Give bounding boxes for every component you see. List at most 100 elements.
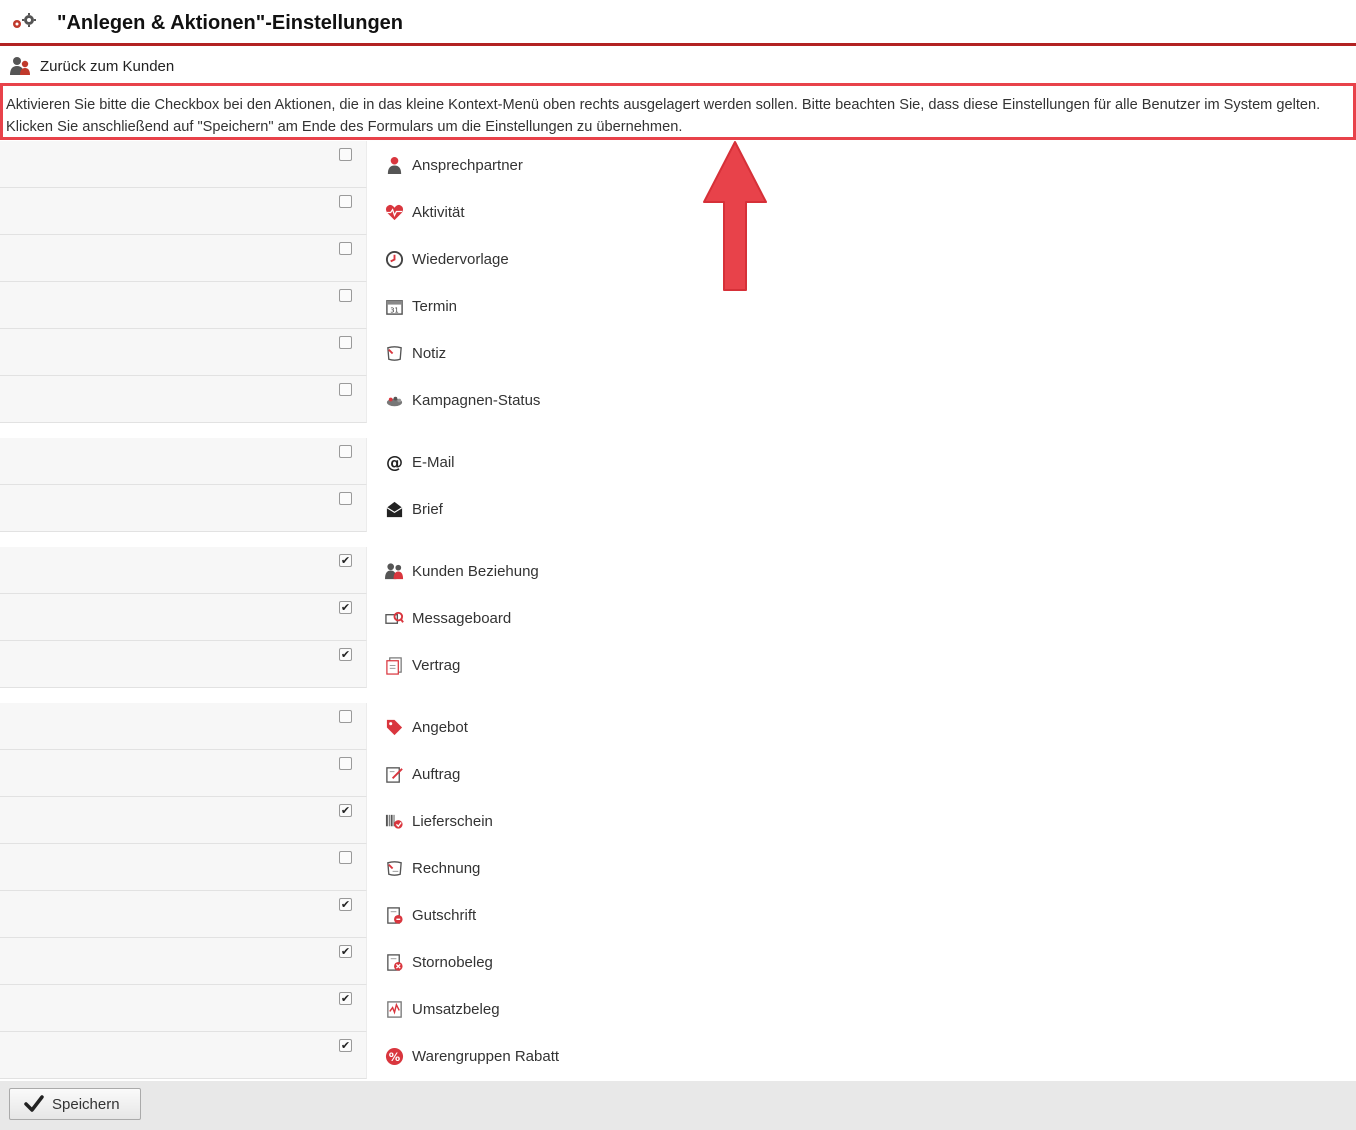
- page-title: "Anlegen & Aktionen"-Einstellungen: [57, 12, 404, 34]
- checkbox-cell: [0, 750, 367, 797]
- action-label: Termin: [412, 297, 458, 315]
- checkbox-auftrag[interactable]: [339, 757, 352, 770]
- users-icon: [385, 562, 404, 579]
- checkbox-cell: [0, 282, 367, 329]
- svg-text:@: @: [386, 453, 403, 472]
- form-footer: Speichern: [0, 1081, 1356, 1130]
- checkbox-cell: [0, 376, 367, 423]
- checkbox-umsatzbeleg[interactable]: [339, 992, 352, 1005]
- checkbox-cell: [0, 938, 367, 985]
- person-icon: [387, 156, 402, 174]
- action-row-aktivität: Aktivität: [0, 188, 1356, 235]
- action-row-gutschrift: Gutschrift: [0, 891, 1356, 938]
- action-row-lieferschein: Lieferschein: [0, 797, 1356, 844]
- checkbox-aktivität[interactable]: [339, 195, 352, 208]
- checkbox-termin[interactable]: [339, 289, 352, 302]
- barcode-icon: [385, 814, 403, 829]
- action-row-kunden-beziehung: Kunden Beziehung: [0, 547, 1356, 594]
- action-label: Notiz: [412, 344, 447, 362]
- action-item: Wiedervorlage: [385, 249, 509, 269]
- action-label: Lieferschein: [412, 812, 493, 830]
- action-item: Vertrag: [385, 655, 460, 675]
- action-row-termin: 31 Termin: [0, 282, 1356, 329]
- checkbox-cell: [0, 1032, 367, 1079]
- checkbox-cell: [0, 329, 367, 376]
- checkbox-cell: [0, 891, 367, 938]
- at-icon: @: [386, 453, 403, 472]
- checkbox-wiedervorlage[interactable]: [339, 242, 352, 255]
- checkbox-messageboard[interactable]: [339, 601, 352, 614]
- group-separator: [0, 423, 1356, 438]
- checkbox-ansprechpartner[interactable]: [339, 148, 352, 161]
- action-row-ansprechpartner: Ansprechpartner: [0, 141, 1356, 188]
- checkbox-kampagnen-status[interactable]: [339, 383, 352, 396]
- checkbox-kunden-beziehung[interactable]: [339, 554, 352, 567]
- action-item: @ E-Mail: [385, 452, 455, 472]
- gears-icon: [13, 13, 36, 28]
- action-item: Kampagnen-Status: [385, 390, 540, 410]
- save-button-label: Speichern: [52, 1095, 120, 1113]
- invoice-icon: [387, 860, 402, 876]
- checkbox-notiz[interactable]: [339, 336, 352, 349]
- action-row-messageboard: Messageboard: [0, 594, 1356, 641]
- action-group: @ E-Mail Brief: [0, 438, 1356, 532]
- contract-icon: [386, 656, 402, 675]
- action-row-wiedervorlage: Wiedervorlage: [0, 235, 1356, 282]
- save-button[interactable]: Speichern: [9, 1088, 141, 1120]
- tag-icon: [386, 719, 403, 735]
- calendar-icon: 31: [386, 299, 403, 315]
- checkbox-brief[interactable]: [339, 492, 352, 505]
- campaign-icon: [386, 396, 403, 406]
- back-link-label: Zurück zum Kunden: [40, 57, 175, 75]
- action-row-brief: Brief: [0, 485, 1356, 532]
- action-item: Notiz: [385, 343, 446, 363]
- info-line-2: Klicken Sie anschließend auf "Speichern"…: [6, 119, 683, 135]
- credit-icon: [387, 906, 403, 924]
- info-line-1: Aktivieren Sie bitte die Checkbox bei de…: [6, 97, 1321, 113]
- action-label: Angebot: [412, 718, 468, 736]
- action-item: Lieferschein: [385, 811, 493, 831]
- checkbox-cell: [0, 797, 367, 844]
- group-separator: [0, 688, 1356, 703]
- checkbox-vertrag[interactable]: [339, 648, 352, 661]
- action-item: Rechnung: [385, 858, 480, 878]
- revenue-doc-icon: [387, 1000, 402, 1018]
- action-group: Ansprechpartner Aktivität Wiedervorlage 31 T…: [0, 141, 1356, 423]
- action-label: Ansprechpartner: [412, 156, 523, 174]
- checkbox-cell: [0, 703, 367, 750]
- clock-icon: [385, 250, 404, 268]
- checkbox-e-mail[interactable]: [339, 445, 352, 458]
- heartbeat-icon: [385, 204, 404, 220]
- checkbox-cell: [0, 547, 367, 594]
- action-label: Vertrag: [412, 656, 461, 674]
- checkbox-cell: [0, 141, 367, 188]
- group-separator: [0, 532, 1356, 547]
- action-item: % Warengruppen Rabatt: [385, 1046, 559, 1066]
- cancel-doc-icon: [387, 953, 403, 971]
- action-label: Warengruppen Rabatt: [412, 1047, 560, 1065]
- percent-icon: %: [385, 1047, 404, 1065]
- checkbox-rechnung[interactable]: [339, 851, 352, 864]
- checkbox-cell: [0, 985, 367, 1032]
- action-item: Ansprechpartner: [385, 155, 523, 175]
- action-item: Umsatzbeleg: [385, 999, 500, 1019]
- info-notice: Aktivieren Sie bitte die Checkbox bei de…: [0, 83, 1356, 140]
- checkbox-gutschrift[interactable]: [339, 898, 352, 911]
- action-item: Brief: [385, 499, 443, 519]
- action-row-kampagnen-status: Kampagnen-Status: [0, 376, 1356, 423]
- action-item: Stornobeleg: [385, 952, 493, 972]
- action-item: Auftrag: [385, 764, 460, 784]
- checkmark-icon: [24, 1095, 44, 1112]
- users-icon: [10, 57, 30, 75]
- action-label: Brief: [412, 500, 443, 518]
- back-to-customer-link[interactable]: Zurück zum Kunden: [10, 54, 174, 78]
- note-icon: [387, 345, 402, 361]
- action-row-rechnung: Rechnung: [0, 844, 1356, 891]
- checkbox-lieferschein[interactable]: [339, 804, 352, 817]
- checkbox-stornobeleg[interactable]: [339, 945, 352, 958]
- checkbox-warengruppen-rabatt[interactable]: [339, 1039, 352, 1052]
- checkbox-cell: [0, 844, 367, 891]
- checkbox-angebot[interactable]: [339, 710, 352, 723]
- action-group: Kunden Beziehung Messageboard Vertrag: [0, 547, 1356, 688]
- action-label: Rechnung: [412, 859, 481, 877]
